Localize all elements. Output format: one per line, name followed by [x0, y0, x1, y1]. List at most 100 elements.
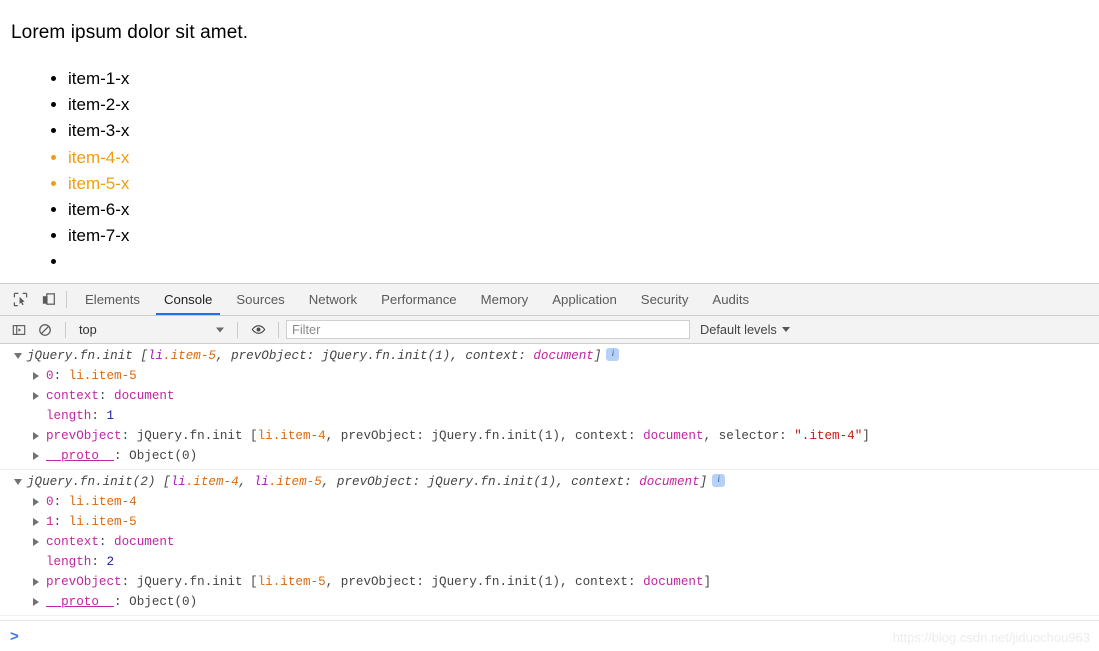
tab-network[interactable]: Network — [297, 284, 369, 315]
token: , — [238, 475, 254, 489]
token: __proto__ — [46, 449, 115, 463]
console-prompt-input[interactable] — [19, 621, 1099, 651]
token: ] — [862, 429, 870, 443]
token: document — [639, 475, 700, 489]
token: ] — [703, 575, 712, 589]
token: document — [643, 575, 704, 589]
tab-application[interactable]: Application — [540, 284, 629, 315]
disclosure-triangle-icon[interactable] — [33, 538, 39, 546]
tab-sources[interactable]: Sources — [224, 284, 296, 315]
token: context — [46, 389, 99, 403]
console-property-row[interactable]: length: 1 — [0, 406, 1099, 426]
disclosure-triangle-icon[interactable] — [33, 598, 39, 606]
disclosure-triangle-icon[interactable] — [33, 372, 39, 380]
token: jQuery.fn.init [ — [27, 349, 148, 363]
console-property-row[interactable]: 0: li.item-5 — [0, 366, 1099, 386]
token: : — [53, 495, 69, 509]
prompt-chevron-icon: > — [10, 627, 19, 645]
live-expression-icon[interactable] — [245, 318, 271, 342]
list-item-label: item-7-x — [68, 226, 130, 246]
tab-performance[interactable]: Performance — [369, 284, 469, 315]
console-message-header[interactable]: jQuery.fn.init(2) [li.item-4, li.item-5,… — [0, 472, 1099, 492]
token: : — [98, 389, 115, 403]
list-item: item-5-x — [68, 171, 129, 197]
token: : Object(0) — [114, 595, 198, 609]
console-property-row[interactable]: 1: li.item-5 — [0, 512, 1099, 532]
console-filter-input[interactable] — [286, 320, 690, 339]
token: prevObject — [46, 429, 122, 443]
console-property-row[interactable]: __proto__: Object(0) — [0, 446, 1099, 466]
disclosure-triangle-icon[interactable] — [33, 392, 39, 400]
list-item: item-4-x — [68, 145, 129, 171]
token: li.item-5 — [257, 575, 326, 589]
console-message-header[interactable]: jQuery.fn.init [li.item-5, prevObject: j… — [0, 346, 1099, 366]
token: .item-5 — [163, 349, 216, 363]
list-item-label: item-2-x — [68, 95, 130, 115]
tab-audits[interactable]: Audits — [700, 284, 761, 315]
execution-context-select[interactable]: top — [73, 320, 230, 340]
token: 0 — [46, 369, 54, 383]
disclosure-triangle-icon[interactable] — [14, 479, 22, 485]
disclosure-triangle-icon[interactable] — [33, 432, 39, 440]
token: li — [253, 475, 269, 489]
disclosure-triangle-icon[interactable] — [33, 498, 39, 506]
list-item: item-2-x — [68, 92, 129, 118]
devtools-tabstrip: Elements Console Sources Network Performance… — [0, 284, 1099, 316]
token: document — [114, 535, 175, 549]
tab-elements[interactable]: Elements — [73, 284, 152, 315]
list-item-label: item-1-x — [68, 69, 130, 88]
token: li.item-5 — [68, 515, 137, 529]
token: 0 — [46, 495, 54, 509]
tab-security[interactable]: Security — [629, 284, 701, 315]
console-property-row[interactable]: length: 2 — [0, 552, 1099, 572]
page-paragraph: Lorem ipsum dolor sit amet. — [11, 22, 249, 43]
token: .item-4 — [185, 475, 239, 489]
console-property-row[interactable]: __proto__: Object(0) — [0, 592, 1099, 612]
token: : — [53, 515, 69, 529]
inspect-element-icon[interactable] — [6, 287, 34, 313]
token: 2 — [106, 555, 115, 569]
page-item-list: item-1-x item-2-x item-3-x item-4-x item-5-x… — [46, 66, 129, 276]
console-property-row[interactable]: context: document — [0, 532, 1099, 552]
tab-memory[interactable]: Memory — [469, 284, 541, 315]
list-item: item-6-x — [68, 197, 129, 223]
console-property-row[interactable]: 0: li.item-4 — [0, 492, 1099, 512]
console-sidebar-icon[interactable] — [6, 318, 32, 342]
token: ] — [593, 349, 602, 363]
disclosure-triangle-icon[interactable] — [33, 452, 39, 460]
token: : — [53, 369, 69, 383]
devtools-panel: Elements Console Sources Network Performance… — [0, 283, 1099, 651]
token: document — [114, 389, 175, 403]
execution-context-value: top — [79, 322, 97, 337]
filterbar-divider-1 — [65, 321, 66, 338]
console-message: jQuery.fn.init [li.item-5, prevObject: j… — [0, 344, 1099, 470]
token: length — [46, 555, 92, 569]
device-toolbar-icon[interactable] — [34, 287, 62, 313]
info-badge[interactable]: i — [606, 348, 620, 362]
tab-console[interactable]: Console — [152, 284, 224, 315]
disclosure-triangle-icon[interactable] — [33, 518, 39, 526]
console-property-row[interactable]: prevObject: jQuery.fn.init [li.item-5, p… — [0, 572, 1099, 592]
log-levels-label: Default levels — [700, 322, 777, 337]
filterbar-divider-2 — [237, 321, 238, 338]
token: document — [533, 349, 594, 363]
list-item-label: item-3-x — [68, 121, 130, 141]
token: 1 — [106, 409, 115, 423]
disclosure-triangle-icon[interactable] — [33, 578, 39, 586]
disclosure-triangle-icon[interactable] — [14, 353, 22, 359]
token: : — [91, 555, 107, 569]
chevron-down-icon — [781, 327, 790, 332]
log-levels-dropdown[interactable]: Default levels — [700, 322, 790, 337]
filterbar-divider-3 — [278, 321, 279, 338]
console-prompt-row[interactable]: > — [0, 620, 1099, 651]
console-property-row[interactable]: context: document — [0, 386, 1099, 406]
info-badge[interactable]: i — [712, 474, 726, 488]
console-property-row[interactable]: prevObject: jQuery.fn.init [li.item-4, p… — [0, 426, 1099, 446]
list-item-label: item-6-x — [68, 200, 130, 220]
chevron-down-icon — [216, 327, 224, 332]
devtools-tabs: Elements Console Sources Network Performance… — [73, 284, 761, 315]
clear-console-icon[interactable] — [32, 318, 58, 342]
devtools-tool-icons — [0, 284, 73, 315]
token: : jQuery.fn.init [ — [121, 429, 258, 443]
token: li.item-5 — [68, 369, 137, 383]
